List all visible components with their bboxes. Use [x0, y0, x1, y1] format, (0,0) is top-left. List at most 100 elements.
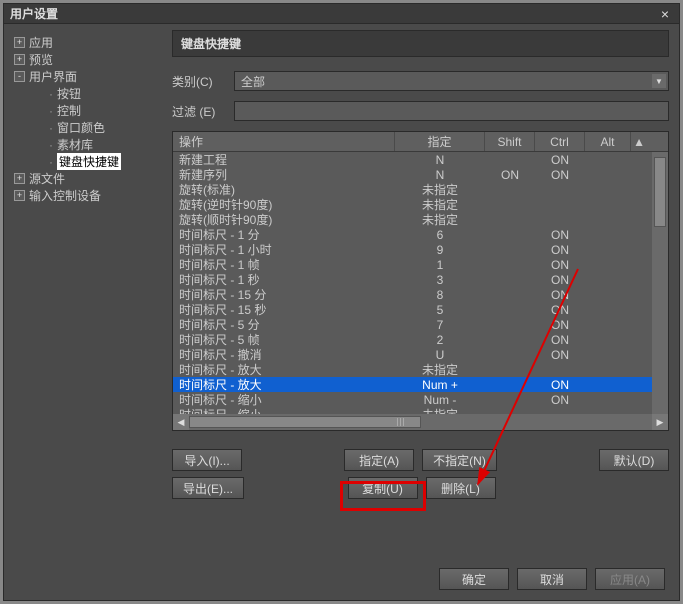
cell-key: 未指定 [395, 211, 485, 228]
expand-icon[interactable]: + [14, 37, 25, 48]
cell-key: 6 [395, 228, 485, 242]
tree-bullet-icon: · [47, 121, 55, 135]
cell-ctrl: ON [535, 273, 585, 287]
user-settings-dialog: 用户设置 × +应用+预览-用户界面·按钮·控制·窗口颜色·素材库·键盘快捷键+… [3, 3, 680, 601]
table-row[interactable]: 新建工程NON [173, 152, 668, 167]
header-scroll-arrow[interactable]: ▲ [631, 132, 647, 151]
cell-key: Num - [395, 393, 485, 407]
tree-item[interactable]: ·控制 [32, 102, 164, 119]
table-row[interactable]: 时间标尺 - 1 分6ON [173, 227, 668, 242]
expand-icon[interactable]: + [14, 190, 25, 201]
cell-key: 未指定 [395, 361, 485, 378]
hscroll-thumb[interactable] [189, 416, 421, 428]
cell-ctrl: ON [535, 318, 585, 332]
import-button[interactable]: 导入(I)... [172, 449, 242, 471]
dialog-footer: 确定 取消 应用(A) [439, 568, 665, 590]
table-row[interactable]: 时间标尺 - 1 帧1ON [173, 257, 668, 272]
delete-button[interactable]: 删除(L) [426, 477, 496, 499]
export-button[interactable]: 导出(E)... [172, 477, 244, 499]
header-shift[interactable]: Shift [485, 132, 535, 151]
expand-icon[interactable]: + [14, 54, 25, 65]
filter-row: 过滤 (E) [172, 101, 669, 121]
assign-button[interactable]: 指定(A) [344, 449, 414, 471]
tree-item[interactable]: + 源文件 [12, 170, 164, 187]
window-title: 用户设置 [10, 5, 657, 22]
scroll-left-icon[interactable]: ◀ [173, 414, 189, 430]
tree-item[interactable]: +输入控制设备 [12, 187, 164, 204]
table-row[interactable]: 时间标尺 - 放大未指定 [173, 362, 668, 377]
cell-ctrl: ON [535, 393, 585, 407]
cell-ctrl: ON [535, 168, 585, 182]
category-value: 全部 [241, 73, 265, 90]
tree-item-label: 应用 [29, 34, 53, 51]
scroll-right-icon[interactable]: ▶ [652, 414, 668, 430]
cell-ctrl: ON [535, 153, 585, 167]
default-button[interactable]: 默认(D) [599, 449, 669, 471]
tree-item[interactable]: -用户界面 [12, 68, 164, 85]
tree-item[interactable]: ·键盘快捷键 [32, 153, 164, 170]
close-icon[interactable]: × [657, 6, 673, 22]
panel-title: 键盘快捷键 [172, 30, 669, 57]
dialog-body: +应用+预览-用户界面·按钮·控制·窗口颜色·素材库·键盘快捷键+源文件+输入控… [4, 24, 679, 559]
tree-item[interactable]: ·窗口颜色 [32, 119, 164, 136]
cell-key: N [395, 168, 485, 182]
table-header: 操作 指定 Shift Ctrl Alt ▲ [173, 132, 668, 152]
scroll-thumb[interactable] [654, 157, 666, 227]
table-row[interactable]: 时间标尺 - 1 小时9ON [173, 242, 668, 257]
tree-item[interactable]: + 应用 [12, 34, 164, 51]
table-row[interactable]: 时间标尺 - 5 帧2ON [173, 332, 668, 347]
table-body[interactable]: 新建工程NON新建序列NONON旋转(标准)未指定旋转(逆时针90度)未指定旋转… [173, 152, 668, 414]
tree-item[interactable]: + 预览 [12, 51, 164, 68]
table-row[interactable]: 新建序列NONON [173, 167, 668, 182]
table-row[interactable]: 时间标尺 - 放大Num +ON [173, 377, 668, 392]
tree-item[interactable]: ·按钮 [32, 85, 164, 102]
apply-button[interactable]: 应用(A) [595, 568, 665, 590]
duplicate-button[interactable]: 复制(U) [348, 477, 418, 499]
collapse-icon[interactable]: - [14, 71, 25, 82]
tree-item-label: 控制 [57, 102, 81, 119]
table-row[interactable]: 旋转(标准)未指定 [173, 182, 668, 197]
table-row[interactable]: 时间标尺 - 缩小未指定 [173, 407, 668, 414]
cell-ctrl: ON [535, 243, 585, 257]
table-row[interactable]: 时间标尺 - 15 分8ON [173, 287, 668, 302]
table-row[interactable]: 时间标尺 - 撤消UON [173, 347, 668, 362]
category-combo[interactable]: 全部 ▼ [234, 71, 669, 91]
ok-button[interactable]: 确定 [439, 568, 509, 590]
cell-key: 7 [395, 318, 485, 332]
table-row[interactable]: 时间标尺 - 5 分7ON [173, 317, 668, 332]
cancel-button[interactable]: 取消 [517, 568, 587, 590]
header-ctrl[interactable]: Ctrl [535, 132, 585, 151]
unassign-button[interactable]: 不指定(N) [422, 449, 497, 471]
titlebar: 用户设置 × [4, 4, 679, 24]
tree-item-label: 按钮 [57, 85, 81, 102]
cell-ctrl: ON [535, 333, 585, 347]
cell-key: 2 [395, 333, 485, 347]
expand-icon[interactable]: + [14, 173, 25, 184]
header-alt[interactable]: Alt [585, 132, 631, 151]
button-row-1: 导入(I)... 指定(A) 不指定(N) 默认(D) [172, 449, 669, 471]
cell-key: 8 [395, 288, 485, 302]
table-row[interactable]: 时间标尺 - 15 秒5ON [173, 302, 668, 317]
table-row[interactable]: 旋转(逆时针90度)未指定 [173, 197, 668, 212]
tree-bullet-icon: · [47, 138, 55, 152]
horizontal-scrollbar[interactable]: ◀ ▶ [173, 414, 668, 430]
hscroll-grip-icon [397, 417, 409, 427]
tree-item-label: 源文件 [29, 170, 65, 187]
tree-item[interactable]: ·素材库 [32, 136, 164, 153]
cell-action: 时间标尺 - 缩小 [173, 406, 395, 414]
settings-tree[interactable]: +应用+预览-用户界面·按钮·控制·窗口颜色·素材库·键盘快捷键+源文件+输入控… [4, 24, 168, 559]
table-row[interactable]: 旋转(顺时针90度)未指定 [173, 212, 668, 227]
tree-item-label: 预览 [29, 51, 53, 68]
header-key[interactable]: 指定 [395, 132, 485, 151]
header-action[interactable]: 操作 [173, 132, 395, 151]
cell-ctrl: ON [535, 303, 585, 317]
filter-input[interactable] [234, 101, 669, 121]
tree-bullet-icon: · [47, 87, 55, 101]
hscroll-track[interactable] [189, 414, 652, 430]
cell-ctrl: ON [535, 228, 585, 242]
cell-key: 9 [395, 243, 485, 257]
cell-shift: ON [485, 168, 535, 182]
table-row[interactable]: 时间标尺 - 缩小Num -ON [173, 392, 668, 407]
table-row[interactable]: 时间标尺 - 1 秒3ON [173, 272, 668, 287]
vertical-scrollbar[interactable] [652, 152, 668, 414]
